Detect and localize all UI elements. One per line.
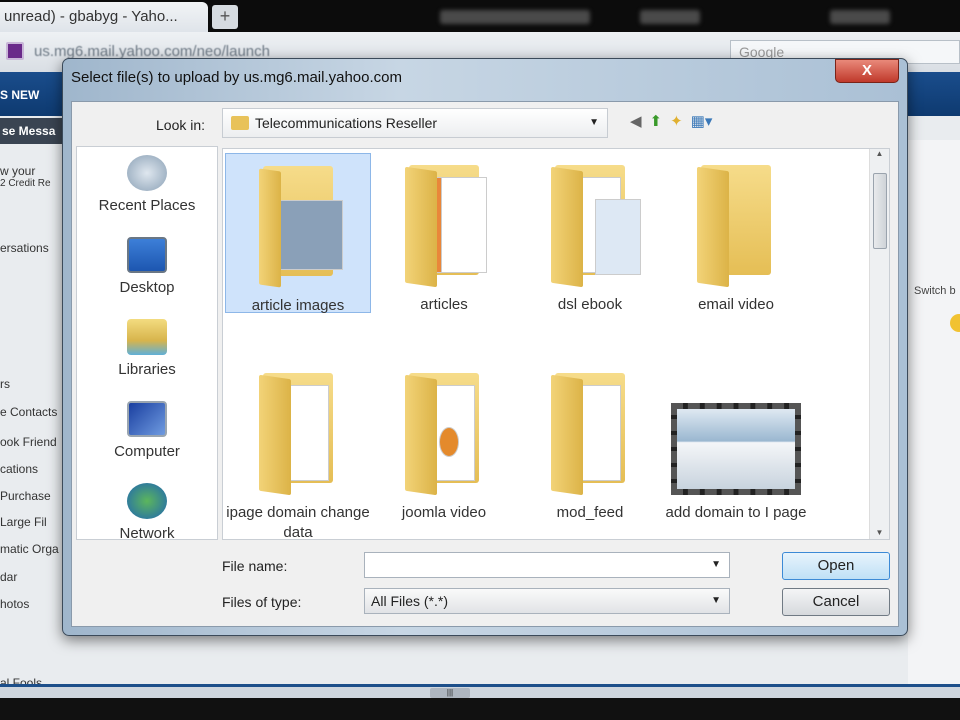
folder-item[interactable]: email video xyxy=(663,153,809,315)
new-tab-button[interactable]: + xyxy=(212,5,238,29)
place-label: Recent Places xyxy=(98,197,196,214)
place-label: Computer xyxy=(114,443,180,460)
vertical-scrollbar[interactable]: ▲ ▼ xyxy=(869,149,889,539)
nav-item[interactable]: Large Fil xyxy=(0,515,47,529)
place-label: Desktop xyxy=(119,279,175,296)
view-menu-icon[interactable]: ▦▾ xyxy=(691,112,713,130)
chevron-down-icon: ▼ xyxy=(589,117,599,128)
place-label: Network xyxy=(119,525,175,542)
file-name: dsl ebook xyxy=(557,296,623,313)
file-list: article images articles dsl ebook email … xyxy=(222,148,890,540)
compose-new-button[interactable]: S NEW xyxy=(0,88,39,102)
right-pane xyxy=(908,140,960,685)
close-button[interactable]: X xyxy=(835,59,899,83)
file-name: email video xyxy=(698,296,774,313)
file-name-input[interactable]: ▼ xyxy=(364,552,730,578)
nav-item[interactable]: 2 Credit Re xyxy=(0,178,51,189)
scrollbar-thumb[interactable] xyxy=(873,173,887,249)
file-name-label: File name: xyxy=(222,558,288,574)
places-bar: Recent Places Desktop Libraries Computer… xyxy=(76,146,218,542)
toolbar: ◀ ⬆ ✦ ▦▾ xyxy=(630,112,712,130)
file-name: add domain to I page xyxy=(665,504,807,521)
network-icon xyxy=(127,483,167,519)
file-upload-dialog: Select file(s) to upload by us.mg6.mail.… xyxy=(62,58,908,636)
files-of-type-label: Files of type: xyxy=(222,594,302,610)
file-name: joomla video xyxy=(401,504,487,521)
folder-icon xyxy=(545,367,635,497)
recent-places-icon xyxy=(127,155,167,191)
place-label: Libraries xyxy=(118,361,176,378)
video-thumbnail-icon xyxy=(671,367,801,497)
look-in-value: Telecommunications Reseller xyxy=(255,115,438,131)
messages-tab[interactable]: se Messa xyxy=(0,118,70,144)
place-network[interactable]: Network xyxy=(77,483,217,542)
folder-item[interactable]: joomla video xyxy=(371,361,517,523)
folder-item[interactable]: articles xyxy=(371,153,517,315)
computer-icon xyxy=(127,401,167,437)
file-name: ipage domain change data xyxy=(226,504,370,540)
chevron-down-icon[interactable]: ▼ xyxy=(711,559,721,570)
look-in-label: Look in: xyxy=(156,117,206,133)
file-name: articles xyxy=(420,296,468,313)
back-icon[interactable]: ◀ xyxy=(630,112,642,130)
nav-item[interactable]: ook Friend xyxy=(0,435,57,449)
folder-icon xyxy=(399,159,489,289)
browser-tab[interactable]: unread) - gbabyg - Yaho... xyxy=(0,2,208,32)
chevron-down-icon: ▼ xyxy=(711,595,721,606)
video-file-item[interactable]: add domain to I page xyxy=(663,361,809,523)
dialog-title: Select file(s) to upload by us.mg6.mail.… xyxy=(71,69,402,86)
horizontal-scrollbar[interactable]: ||| xyxy=(430,688,470,698)
up-folder-icon[interactable]: ⬆ xyxy=(650,112,663,130)
folder-item[interactable]: article images xyxy=(225,153,371,314)
nav-item[interactable]: matic Orga xyxy=(0,542,59,556)
folder-icon xyxy=(399,367,489,497)
nav-item[interactable]: ersations xyxy=(0,241,49,255)
folder-icon xyxy=(253,160,343,290)
place-computer[interactable]: Computer xyxy=(77,401,217,460)
file-name: article images xyxy=(251,297,345,314)
file-name: mod_feed xyxy=(556,504,624,521)
place-recent-places[interactable]: Recent Places xyxy=(77,155,217,214)
folder-item[interactable]: ipage domain change data xyxy=(225,361,371,540)
place-libraries[interactable]: Libraries xyxy=(77,319,217,378)
nav-item[interactable]: e Contacts xyxy=(0,405,57,419)
files-of-type-value: All Files (*.*) xyxy=(371,593,449,609)
folder-item[interactable]: mod_feed xyxy=(517,361,663,523)
yahoo-favicon-icon xyxy=(6,42,24,60)
libraries-icon xyxy=(127,319,167,355)
nav-item[interactable]: rs xyxy=(0,377,10,391)
folder-item[interactable]: dsl ebook xyxy=(517,153,663,315)
cancel-button[interactable]: Cancel xyxy=(782,588,890,616)
folder-icon xyxy=(231,116,249,130)
folder-icon xyxy=(691,159,781,289)
folder-icon xyxy=(253,367,343,497)
folder-icon xyxy=(545,159,641,289)
place-desktop[interactable]: Desktop xyxy=(77,237,217,296)
nav-item[interactable]: Purchase xyxy=(0,489,51,503)
files-of-type-select[interactable]: All Files (*.*) ▼ xyxy=(364,588,730,614)
open-button[interactable]: Open xyxy=(782,552,890,580)
switch-link[interactable]: Switch b xyxy=(914,285,956,297)
dialog-body: Look in: Telecommunications Reseller ▼ ◀… xyxy=(71,101,899,627)
nav-item[interactable]: hotos xyxy=(0,597,29,611)
status-bar xyxy=(0,684,960,698)
nav-item[interactable]: w your xyxy=(0,164,35,178)
nav-item[interactable]: cations xyxy=(0,462,38,476)
look-in-dropdown[interactable]: Telecommunications Reseller ▼ xyxy=(222,108,608,138)
desktop-icon xyxy=(127,237,167,273)
new-folder-icon[interactable]: ✦ xyxy=(670,112,683,130)
taskbar xyxy=(0,698,960,720)
nav-item[interactable]: dar xyxy=(0,570,17,584)
